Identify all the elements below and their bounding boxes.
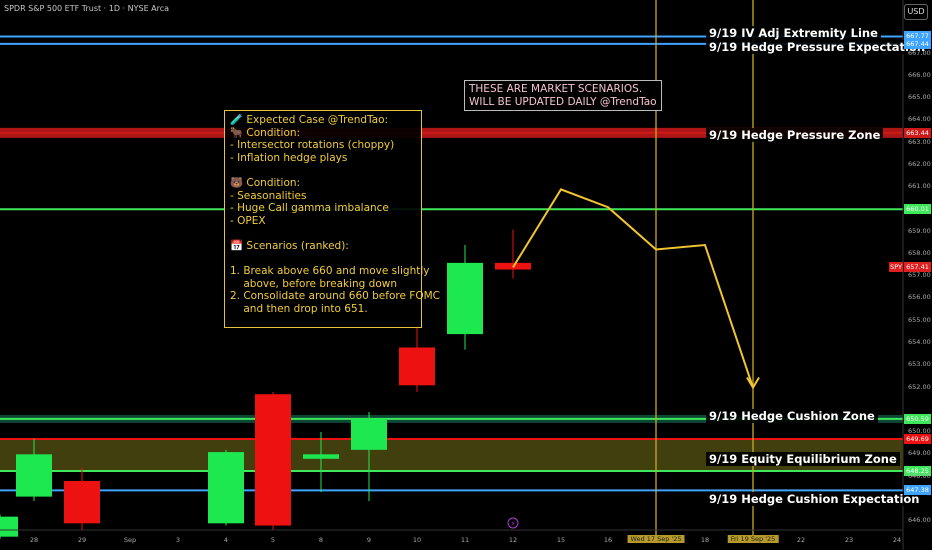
x-tick-label: 18: [700, 536, 710, 544]
x-tick-label: 22: [796, 536, 806, 544]
level-price-tag: 660.01: [904, 204, 931, 215]
level-label: 9/19 IV Adj Extremity Line: [706, 26, 881, 40]
y-tick-label: 666.00: [908, 70, 931, 79]
y-tick-label: 662.00: [908, 159, 931, 168]
x-tick-label: 23: [844, 536, 854, 544]
level-label: 9/19 Hedge Cushion Zone: [706, 409, 878, 423]
x-tick-label: 10: [412, 536, 422, 544]
candle-body: [351, 418, 387, 450]
y-tick-label: 664.00: [908, 115, 931, 124]
y-tick-label: 655.00: [908, 315, 931, 324]
candle-body: [208, 452, 244, 524]
candle-body: [0, 516, 18, 537]
projection-path: [512, 188, 754, 388]
level-label: 9/19 Hedge Cushion Expectation: [706, 492, 923, 506]
annotation-line: 2. Consolidate around 660 before FOMC: [230, 290, 440, 303]
x-tick-label: 29: [77, 536, 87, 544]
date-tag: Fri 19 Sep '25: [727, 535, 779, 543]
x-tick-label: 3: [175, 536, 181, 544]
x-tick-label: 9: [366, 536, 372, 544]
level-label: 9/19 Equity Equilibrium Zone: [706, 452, 900, 466]
annotation-line: 🐻 Condition:: [230, 176, 301, 189]
annotation-line: - Intersector rotations (choppy): [230, 139, 395, 152]
annotation-line: 🐂 Condition:: [230, 126, 301, 139]
candle-body: [447, 262, 483, 335]
x-tick-label: 8: [318, 536, 324, 544]
x-tick-label: 24: [892, 536, 902, 544]
level-price-tag: 650.59: [904, 413, 931, 424]
candle-body: [399, 347, 435, 386]
annotation-line: 📅 Scenarios (ranked):: [230, 239, 349, 252]
y-tick-label: 661.00: [908, 182, 931, 191]
y-tick-label: 653.00: [908, 360, 931, 369]
y-tick-label: 652.00: [908, 382, 931, 391]
level-label: 9/19 Hedge Pressure Expectation: [706, 40, 929, 54]
y-tick-label: 658.00: [908, 248, 931, 257]
annotation-line: [230, 164, 416, 177]
y-tick-label: 665.00: [908, 93, 931, 102]
y-tick-label: 656.00: [908, 293, 931, 302]
candle-body: [303, 454, 339, 459]
symbol-header: SPDR S&P 500 ETF Trust · 1D · NYSE Arca: [4, 4, 170, 13]
x-tick-label: 28: [29, 536, 39, 544]
annotation-line: - Huge Call gamma imbalance: [230, 202, 389, 215]
currency-button[interactable]: USD: [904, 4, 928, 20]
level-price-tag: 663.44: [904, 127, 931, 138]
y-tick-label: 657.00: [908, 271, 931, 280]
y-tick-label: 663.00: [908, 137, 931, 146]
annotation-line: - Inflation hedge plays: [230, 151, 348, 164]
symbol-tag: SPY: [889, 262, 903, 273]
level-price-tag: 647.38: [904, 485, 931, 496]
candle-body: [255, 394, 291, 526]
level-label: 9/19 Hedge Pressure Zone: [706, 128, 884, 142]
note-line: WILL BE UPDATED DAILY @TrendTao: [469, 95, 657, 108]
y-tick-label: 646.00: [908, 516, 931, 525]
annotation-line: 🧪 Expected Case @TrendTao:: [230, 114, 389, 126]
y-tick-label: 648.00: [908, 471, 931, 480]
note-line: THESE ARE MARKET SCENARIOS.: [469, 83, 643, 95]
x-tick-label: Sep: [123, 536, 137, 544]
y-tick-label: 654.00: [908, 338, 931, 346]
x-tick-label: 11: [460, 536, 470, 544]
x-tick-label: 4: [223, 536, 229, 544]
y-tick-label: 659.00: [908, 226, 931, 235]
candle-body: [64, 481, 100, 524]
annotation-line: and then drop into 651.: [230, 302, 368, 315]
annotation-line: 1. Break above 660 and move slightly: [230, 265, 430, 278]
y-tick-label: 667.00: [908, 48, 931, 57]
annotation-line: - OPEX: [230, 214, 266, 227]
annotation-line: [230, 253, 416, 266]
x-tick-label: 12: [508, 536, 518, 544]
annotation-line: above, before breaking down: [230, 277, 397, 290]
level-price-tag: 667.44: [904, 38, 931, 49]
candle-body: [16, 454, 52, 497]
lightning-icon-glyph: ⚡: [511, 520, 516, 528]
x-tick-label: 15: [556, 536, 566, 544]
annotation-line: [230, 227, 416, 240]
x-tick-label: 5: [270, 536, 276, 544]
annotation-line: - Seasonalities: [230, 189, 307, 202]
x-tick-label: 16: [603, 536, 613, 544]
y-tick-label: 649.00: [908, 449, 931, 458]
market-scenarios-note: THESE ARE MARKET SCENARIOS. WILL BE UPDA…: [464, 80, 662, 111]
expected-case-annotation: 🧪 Expected Case @TrendTao: 🐂 Condition: …: [224, 110, 440, 328]
y-tick-label: 650.00: [908, 427, 931, 436]
date-tag: Wed 17 Sep '25: [627, 535, 685, 543]
level-price-tag: 649.69: [904, 433, 931, 444]
